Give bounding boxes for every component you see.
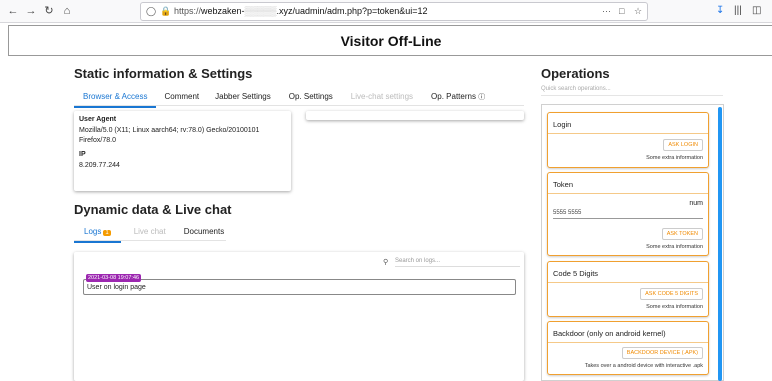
- tab-browser-access[interactable]: Browser & Access: [74, 88, 157, 108]
- shield-icon[interactable]: ◯: [146, 6, 156, 17]
- tab-jabber-settings[interactable]: Jabber Settings: [215, 88, 271, 108]
- tab-op-settings[interactable]: Op. Settings: [289, 88, 333, 108]
- download-icon[interactable]: ↧: [716, 5, 724, 16]
- tab-comment[interactable]: Comment: [164, 88, 199, 108]
- backdoor-device-button[interactable]: BACKDOOR DEVICE (.APK): [621, 347, 703, 359]
- lock-icon[interactable]: 🔒: [160, 6, 171, 17]
- page-actions-icon[interactable]: ···: [602, 6, 611, 16]
- operations-scrollbar[interactable]: [718, 107, 722, 381]
- logs-count-badge: 1: [103, 230, 111, 236]
- op-card-login: Login ASK LOGIN Some extra information: [547, 112, 709, 168]
- ip-label: IP: [79, 151, 86, 158]
- search-logs-input[interactable]: Search on logs...: [395, 258, 520, 267]
- bookmark-star-icon[interactable]: ☆: [634, 6, 642, 17]
- op-card-code5: Code 5 Digits ASK CODE 5 DIGITS Some ext…: [547, 261, 709, 317]
- op-extra-info: Takes over a android device with interac…: [584, 363, 703, 369]
- tab-op-patterns[interactable]: Op. Patterns ⓘ: [431, 88, 485, 108]
- page-title: Visitor Off-Line: [340, 33, 442, 49]
- url-bar[interactable]: ◯ 🔒 https://webzaken-▒▒▒▒▒.xyz/uadmin/ad…: [140, 2, 648, 21]
- token-field-label: num: [689, 200, 703, 207]
- dynamic-tabs: Logs 1 Live chat Documents: [74, 223, 241, 243]
- ask-login-button[interactable]: ASK LOGIN: [663, 139, 703, 151]
- op-title: Code 5 Digits: [553, 269, 599, 278]
- tab-op-patterns-label: Op. Patterns: [431, 92, 476, 101]
- secondary-card: [306, 111, 524, 120]
- sidebar-icon[interactable]: ◫: [752, 5, 761, 16]
- url-text[interactable]: https://webzaken-▒▒▒▒▒.xyz/uadmin/adm.ph…: [174, 6, 428, 16]
- op-title: Backdoor (only on android kernel): [553, 329, 666, 338]
- op-divider: [548, 133, 708, 134]
- op-title: Login: [553, 120, 572, 129]
- browser-toolbar: ← → ↻ ⌂ ◯ 🔒 https://webzaken-▒▒▒▒▒.xyz/u…: [0, 0, 772, 23]
- tab-live-chat-settings[interactable]: Live-chat settings: [351, 88, 413, 108]
- log-entry: User on login page: [83, 279, 516, 295]
- forward-icon[interactable]: →: [24, 4, 38, 18]
- logs-card: [74, 252, 524, 381]
- reload-icon[interactable]: ↻: [42, 4, 56, 18]
- tab-logs-label: Logs: [84, 227, 102, 236]
- log-timestamp: 2021-03-08 19:07:46: [86, 274, 142, 282]
- dynamic-section-heading: Dynamic data & Live chat: [74, 202, 232, 217]
- op-extra-info: Some extra information: [646, 155, 703, 161]
- back-icon[interactable]: ←: [6, 4, 20, 18]
- page-title-box: Visitor Off-Line: [8, 25, 772, 56]
- user-agent-line1: Mozilla/5.0 (X11; Linux aarch64; rv:78.0…: [79, 127, 260, 134]
- user-agent-label: User Agent: [79, 116, 117, 123]
- browser-access-card: User Agent Mozilla/5.0 (X11; Linux aarch…: [74, 111, 291, 191]
- home-icon[interactable]: ⌂: [60, 4, 74, 18]
- library-icon[interactable]: |||: [734, 5, 742, 16]
- log-text: User on login page: [87, 284, 146, 291]
- token-input[interactable]: 5555 5555: [553, 210, 703, 219]
- op-extra-info: Some extra information: [646, 304, 703, 310]
- ip-value: 8.209.77.244: [79, 162, 120, 169]
- search-icon: ⚲: [383, 259, 389, 266]
- pocket-icon[interactable]: □: [619, 6, 624, 16]
- operations-heading: Operations: [541, 66, 610, 81]
- ask-code-5-digits-button[interactable]: ASK CODE 5 DIGITS: [640, 288, 703, 300]
- static-section-heading: Static information & Settings: [74, 66, 253, 81]
- op-divider: [548, 282, 708, 283]
- op-extra-info: Some extra information: [646, 244, 703, 250]
- user-agent-line2: Firefox/78.0: [79, 137, 116, 144]
- tab-logs[interactable]: Logs 1: [74, 223, 121, 243]
- tab-live-chat[interactable]: Live chat: [134, 223, 166, 243]
- static-tabs: Browser & Access Comment Jabber Settings…: [74, 88, 485, 108]
- ask-token-button[interactable]: ASK TOKEN: [661, 228, 703, 240]
- op-card-backdoor: Backdoor (only on android kernel) BACKDO…: [547, 321, 709, 375]
- help-icon: ⓘ: [478, 94, 486, 101]
- op-divider: [548, 193, 708, 194]
- op-card-token: Token num 5555 5555 ASK TOKEN Some extra…: [547, 172, 709, 256]
- op-title: Token: [553, 180, 574, 189]
- tab-documents[interactable]: Documents: [184, 223, 224, 243]
- op-divider: [548, 342, 708, 343]
- operations-search-input[interactable]: Quick search operations...: [541, 86, 723, 96]
